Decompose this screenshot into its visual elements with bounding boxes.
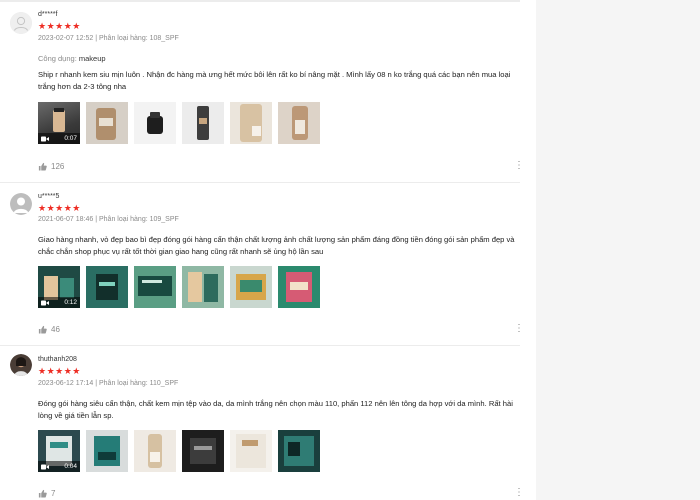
review-image-thumbnail[interactable]	[182, 430, 224, 472]
review-image-thumbnail[interactable]	[134, 266, 176, 308]
product-box-image	[230, 266, 272, 308]
thumbs-up-icon	[38, 162, 47, 171]
product-bottle-image	[182, 102, 224, 144]
product-cap-image	[134, 102, 176, 144]
review-video-thumbnail[interactable]: 0:04	[38, 430, 80, 472]
video-camera-icon	[41, 464, 49, 469]
more-vertical-icon: ⋮	[514, 487, 524, 498]
review-item: d*****f ★★★★★ 2023-02-07 12:52 | Phân lo…	[0, 0, 524, 183]
review-username[interactable]: thuthanh208	[38, 356, 77, 363]
product-box-image	[182, 430, 224, 472]
review-image-thumbnail[interactable]	[278, 102, 320, 144]
product-box-image	[278, 266, 320, 308]
more-vertical-icon: ⋮	[514, 323, 524, 334]
video-badge: 0:12	[38, 297, 80, 308]
review-username[interactable]: u*****5	[38, 193, 59, 200]
avatar[interactable]	[10, 354, 32, 376]
review-datetime: 2021-06-07 18:46	[38, 216, 94, 223]
user-avatar-icon	[10, 12, 32, 34]
review-content: Ship r nhanh kem siu mịn luôn . Nhận đc …	[38, 70, 511, 91]
video-camera-icon	[41, 136, 49, 141]
product-bottle-image	[230, 102, 272, 144]
review-datetime: 2023-02-07 12:52	[38, 35, 94, 42]
like-count: 7	[51, 489, 56, 498]
usage-value: makeup	[78, 54, 106, 63]
review-image-thumbnail[interactable]	[134, 430, 176, 472]
product-bottle-image	[278, 102, 320, 144]
more-vertical-icon: ⋮	[514, 160, 524, 171]
reviews-panel: d*****f ★★★★★ 2023-02-07 12:52 | Phân lo…	[0, 0, 536, 500]
product-box-image	[86, 266, 128, 308]
more-options-button[interactable]: ⋮	[514, 487, 524, 498]
usage-line: Công dụng: makeup	[38, 54, 106, 63]
avatar[interactable]	[10, 193, 32, 215]
variation-value: 108_SPF	[149, 35, 179, 42]
review-image-thumbnail[interactable]	[86, 102, 128, 144]
review-content: Giao hàng nhanh, vỏ đẹp bao bì đẹp đóng …	[38, 235, 515, 256]
thumbs-up-icon	[38, 325, 47, 334]
avatar[interactable]	[10, 12, 32, 34]
product-box-image	[182, 266, 224, 308]
review-datetime: 2023-06-12 17:14	[38, 380, 94, 387]
product-box-image	[230, 430, 272, 472]
like-count: 46	[51, 325, 60, 334]
usage-label: Công dụng:	[38, 54, 77, 63]
variation-label: Phân loại hàng:	[99, 380, 148, 387]
like-count: 126	[51, 162, 65, 171]
rating-stars: ★★★★★	[38, 21, 81, 31]
media-list: 0:12	[38, 266, 320, 308]
review-video-thumbnail[interactable]: 0:07	[38, 102, 80, 144]
video-camera-icon	[41, 300, 49, 305]
rating-stars: ★★★★★	[38, 366, 81, 376]
variation-value: 109_SPF	[149, 216, 179, 223]
review-image-thumbnail[interactable]	[182, 102, 224, 144]
review-image-thumbnail[interactable]	[278, 266, 320, 308]
rating-stars: ★★★★★	[38, 203, 81, 213]
review-meta: 2023-06-12 17:14 | Phân loại hàng: 110_S…	[38, 380, 178, 387]
video-duration: 0:12	[64, 299, 77, 306]
media-list: 0:04	[38, 430, 320, 472]
review-item: u*****5 ★★★★★ 2021-06-07 18:46 | Phân lo…	[0, 183, 524, 346]
review-content: Đóng gói hàng siêu cẩn thận, chất kem mị…	[38, 399, 513, 420]
user-avatar-icon	[10, 354, 32, 376]
review-item: thuthanh208 ★★★★★ 2023-06-12 17:14 | Phâ…	[0, 346, 524, 500]
more-options-button[interactable]: ⋮	[514, 323, 524, 334]
video-badge: 0:07	[38, 133, 80, 144]
review-meta: 2021-06-07 18:46 | Phân loại hàng: 109_S…	[38, 216, 179, 223]
review-video-thumbnail[interactable]: 0:12	[38, 266, 80, 308]
review-image-thumbnail[interactable]	[230, 430, 272, 472]
page-side-background	[536, 0, 700, 500]
more-options-button[interactable]: ⋮	[514, 160, 524, 171]
variation-label: Phân loại hàng:	[99, 216, 148, 223]
review-image-thumbnail[interactable]	[182, 266, 224, 308]
review-image-thumbnail[interactable]	[86, 430, 128, 472]
review-username[interactable]: d*****f	[38, 11, 57, 18]
review-image-thumbnail[interactable]	[86, 266, 128, 308]
video-duration: 0:04	[64, 463, 77, 470]
video-badge: 0:04	[38, 461, 80, 472]
user-avatar-icon	[10, 193, 32, 215]
thumbs-up-icon	[38, 489, 47, 498]
review-image-thumbnail[interactable]	[230, 266, 272, 308]
variation-value: 110_SPF	[149, 380, 179, 387]
like-button[interactable]: 126	[38, 162, 64, 171]
variation-label: Phân loại hàng:	[99, 35, 148, 42]
review-image-thumbnail[interactable]	[134, 102, 176, 144]
review-image-thumbnail[interactable]	[230, 102, 272, 144]
like-button[interactable]: 7	[38, 489, 55, 498]
product-box-image	[86, 430, 128, 472]
product-box-image	[134, 266, 176, 308]
review-meta: 2023-02-07 12:52 | Phân loại hàng: 108_S…	[38, 35, 179, 42]
product-box-image	[278, 430, 320, 472]
product-bottle-image	[86, 102, 128, 144]
media-list: 0:07	[38, 102, 320, 144]
product-bottle-image	[134, 430, 176, 472]
review-image-thumbnail[interactable]	[278, 430, 320, 472]
video-duration: 0:07	[64, 135, 77, 142]
like-button[interactable]: 46	[38, 325, 60, 334]
